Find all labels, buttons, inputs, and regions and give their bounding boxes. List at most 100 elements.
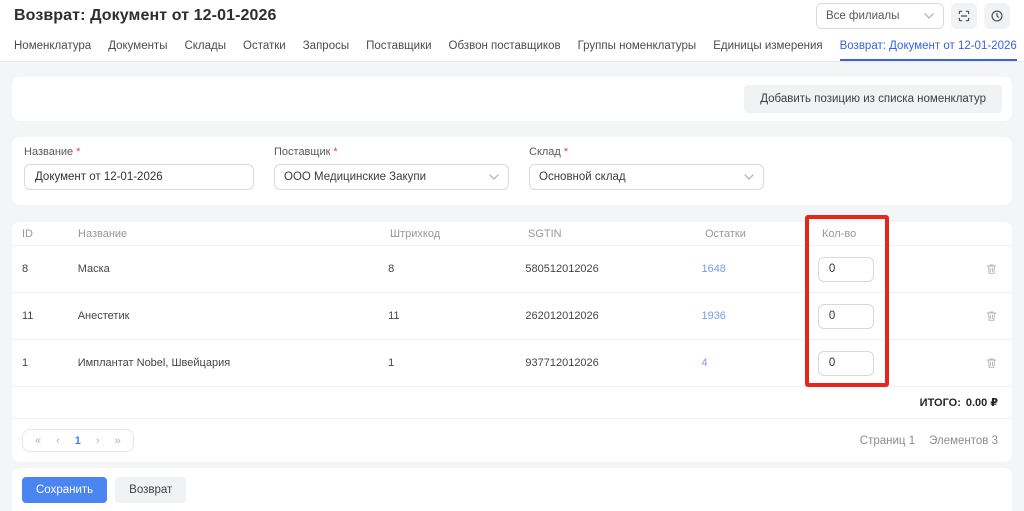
qty-input[interactable] xyxy=(817,303,874,329)
cell-sgtin: 937712012026 xyxy=(525,357,599,369)
trash-icon xyxy=(985,262,998,276)
main-tabbar: Номенклатура Документы Склады Остатки За… xyxy=(0,32,1024,62)
cell-id: 1 xyxy=(22,357,29,369)
warehouse-field-label: Склад * xyxy=(529,146,764,158)
cell-stock: 1936 xyxy=(701,310,817,322)
col-header-barcode: Штрихкод xyxy=(390,227,441,240)
toolbar-card: Добавить позицию из списка номенклатур xyxy=(12,77,1012,121)
page-prev-button[interactable]: ‹ xyxy=(56,435,60,447)
cell-qty xyxy=(817,303,983,329)
supplier-field: Поставщик * ООО Медицинские Закупи xyxy=(274,146,509,196)
cell-stock: 4 xyxy=(701,357,817,369)
table-row: 8 Маска 8 580512012026 1648 xyxy=(12,246,1012,293)
page-first-button[interactable]: « xyxy=(35,435,41,447)
cell-barcode: 1 xyxy=(388,357,395,369)
warehouse-field-label-text: Склад xyxy=(529,146,561,158)
cell-barcode: 8 xyxy=(388,263,395,275)
cell-qty xyxy=(817,350,983,376)
scan-button[interactable] xyxy=(951,3,977,29)
warehouse-select-value: Основной склад xyxy=(539,171,626,183)
warehouse-select[interactable]: Основной склад xyxy=(529,164,764,190)
stock-link[interactable]: 4 xyxy=(701,357,707,369)
qty-input[interactable] xyxy=(817,256,874,282)
table-header-row: ID Название Штрихкод SGTIN Остатки Кол-в… xyxy=(12,222,1012,246)
header-controls: Все филиалы xyxy=(816,3,1010,29)
tab-zaprosy[interactable]: Запросы xyxy=(303,32,349,61)
warehouse-field: Склад * Основной склад xyxy=(529,146,764,196)
cell-sgtin: 580512012026 xyxy=(525,263,599,275)
cell-name: Имплантат Nobel, Швейцария xyxy=(77,357,231,369)
content-area: Добавить позицию из списка номенклатур Н… xyxy=(0,62,1024,511)
total-value: 0.00 ₽ xyxy=(965,397,998,409)
cell-actions xyxy=(983,260,1000,278)
items-summary: Элементов 3 xyxy=(929,434,998,447)
name-field: Название * xyxy=(24,146,254,196)
branch-filter-value: Все филиалы xyxy=(826,10,900,22)
name-field-label: Название * xyxy=(24,146,254,158)
cell-stock: 1648 xyxy=(701,263,817,275)
trash-icon xyxy=(985,356,998,370)
cell-actions xyxy=(983,307,1000,325)
tab-gruppy-nomenklatury[interactable]: Группы номенклатуры xyxy=(578,32,697,61)
delete-row-button[interactable] xyxy=(983,354,1000,372)
chevron-down-icon xyxy=(744,174,754,180)
supplier-field-label: Поставщик * xyxy=(274,146,509,158)
table-row: 1 Имплантат Nobel, Швейцария 1 937712012… xyxy=(12,340,1012,387)
tab-vozvrat-active[interactable]: Возврат: Документ от 12-01-2026 xyxy=(839,32,1017,61)
supplier-field-label-text: Поставщик xyxy=(274,146,331,158)
app-header: Возврат: Документ от 12-01-2026 Все фили… xyxy=(0,0,1024,32)
stock-link[interactable]: 1936 xyxy=(701,310,725,322)
page-next-button[interactable]: › xyxy=(96,435,100,447)
cell-qty xyxy=(817,256,983,282)
required-mark: * xyxy=(563,146,569,158)
chevron-down-icon xyxy=(924,13,934,19)
cell-actions xyxy=(983,354,1000,372)
pages-summary: Страниц 1 xyxy=(859,434,916,447)
required-mark: * xyxy=(76,146,81,158)
stock-link[interactable]: 1648 xyxy=(701,263,725,275)
table-row: 11 Анестетик 11 262012012026 1936 xyxy=(12,293,1012,340)
return-button[interactable]: Возврат xyxy=(115,476,187,503)
col-header-stock: Остатки xyxy=(705,227,746,240)
add-position-button[interactable]: Добавить позицию из списка номенклатур xyxy=(744,85,1002,113)
positions-table-card: ID Название Штрихкод SGTIN Остатки Кол-в… xyxy=(12,222,1012,462)
cell-barcode: 11 xyxy=(388,310,400,322)
page-current[interactable]: 1 xyxy=(75,435,81,447)
col-header-id: ID xyxy=(22,227,33,240)
clock-icon xyxy=(990,9,1004,23)
col-header-name: Название xyxy=(78,227,128,240)
supplier-select-value: ООО Медицинские Закупи xyxy=(284,171,427,183)
page-last-button[interactable]: » xyxy=(115,435,121,447)
tab-dokumenty[interactable]: Документы xyxy=(108,32,167,61)
branch-filter-select[interactable]: Все филиалы xyxy=(816,3,944,29)
required-mark: * xyxy=(333,146,338,158)
save-button[interactable]: Сохранить xyxy=(22,476,108,503)
page-title: Возврат: Документ от 12-01-2026 xyxy=(14,7,277,24)
history-button[interactable] xyxy=(984,3,1010,29)
name-field-label-text: Название xyxy=(24,146,74,158)
tab-edinitsy-izmereniya[interactable]: Единицы измерения xyxy=(713,32,822,61)
total-label: ИТОГО: xyxy=(919,396,961,409)
scan-icon xyxy=(957,9,971,23)
cell-id: 11 xyxy=(22,310,34,322)
supplier-select[interactable]: ООО Медицинские Закупи xyxy=(274,164,509,190)
tab-nomenklatura[interactable]: Номенклатура xyxy=(14,32,91,61)
pager: « ‹ 1 › » xyxy=(22,429,134,452)
delete-row-button[interactable] xyxy=(983,307,1000,325)
trash-icon xyxy=(985,309,998,323)
document-form-card: Название* Поставщик* ООО Медицинские Зак… xyxy=(12,137,1012,205)
tab-obzvon-postavshchikov[interactable]: Обзвон поставщиков xyxy=(449,32,561,61)
tab-sklady[interactable]: Склады xyxy=(184,32,226,61)
cell-id: 8 xyxy=(22,263,29,275)
cell-sgtin: 262012012026 xyxy=(525,310,599,322)
tab-ostatki[interactable]: Остатки xyxy=(243,32,286,61)
name-input[interactable] xyxy=(24,164,254,190)
cell-name: Анестетик xyxy=(77,310,130,322)
chevron-down-icon xyxy=(489,174,499,180)
pagination-row: « ‹ 1 › » Страниц 1 Элементов 3 xyxy=(12,419,1012,462)
qty-input[interactable] xyxy=(817,350,874,376)
tab-postavshchiki[interactable]: Поставщики xyxy=(366,32,431,61)
total-row: ИТОГО: 0.00 ₽ xyxy=(12,387,1012,419)
delete-row-button[interactable] xyxy=(983,260,1000,278)
cell-name: Маска xyxy=(77,263,110,275)
